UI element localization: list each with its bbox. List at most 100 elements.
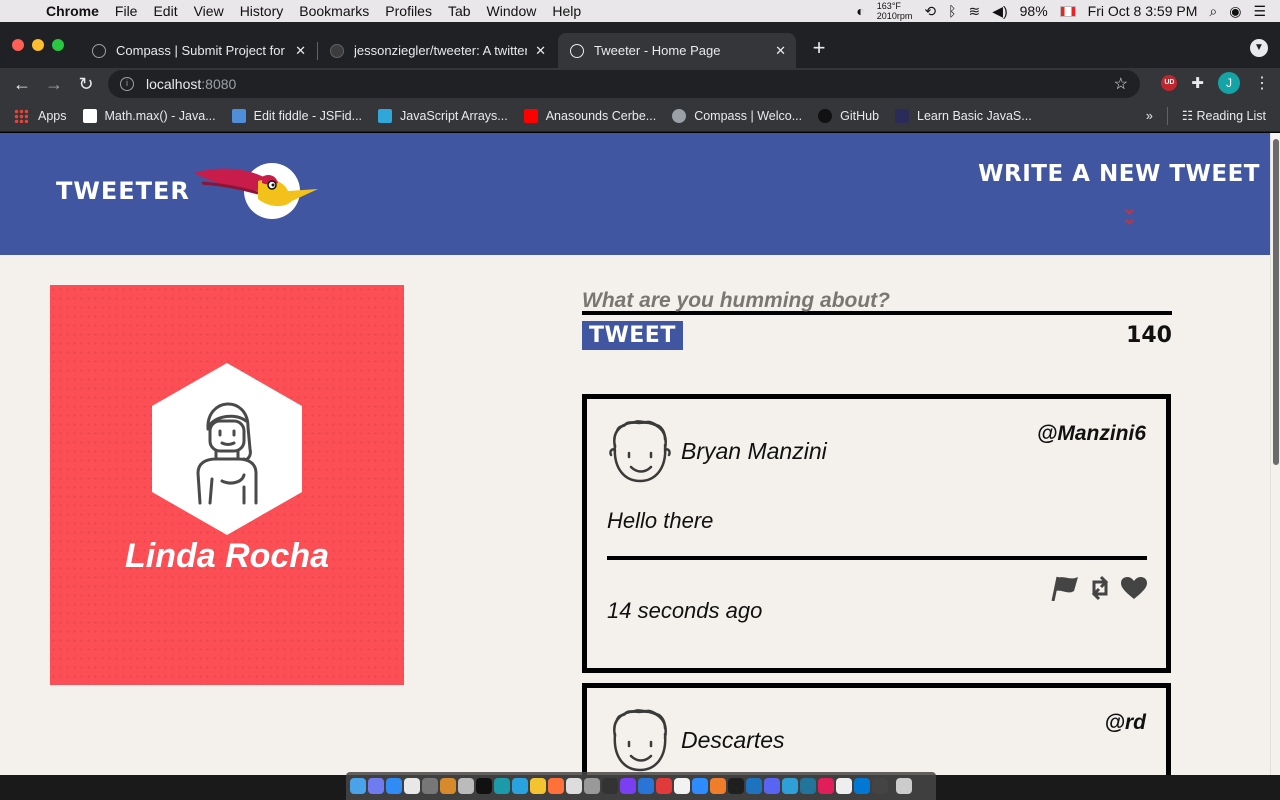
reload-icon[interactable]: ↻ — [70, 74, 102, 95]
close-window-button[interactable] — [12, 39, 24, 51]
new-tweet-form: What are you humming about? Tweet 140 — [582, 285, 1172, 350]
menu-bookmarks[interactable]: Bookmarks — [291, 3, 377, 19]
bookmark-item[interactable]: GitHub — [818, 108, 879, 123]
mdn-favicon-icon — [82, 108, 97, 123]
back-arrow-icon[interactable]: ← — [6, 74, 38, 95]
bookmark-item[interactable]: Compass | Welco... — [672, 108, 802, 123]
wifi-icon[interactable]: ≋ — [968, 3, 980, 20]
trash-icon[interactable] — [896, 778, 912, 794]
app-icon[interactable] — [836, 778, 852, 794]
app-icon[interactable] — [620, 778, 636, 794]
spotlight-search-icon[interactable]: ⌕ — [1209, 3, 1217, 20]
minimize-window-button[interactable] — [32, 39, 44, 51]
safari-icon[interactable] — [404, 778, 420, 794]
close-tab-icon[interactable]: ✕ — [775, 43, 786, 59]
files-icon[interactable] — [458, 778, 474, 794]
write-new-tweet-button[interactable]: Write a new tweet — [978, 161, 1260, 187]
battery-percent[interactable]: 98% — [1020, 3, 1048, 19]
bookmark-item[interactable]: Edit fiddle - JSFid... — [231, 108, 362, 123]
profile-avatar[interactable]: J — [1218, 72, 1240, 94]
forward-arrow-icon[interactable]: → — [38, 74, 70, 95]
app-icon[interactable] — [710, 778, 726, 794]
menu-profiles[interactable]: Profiles — [377, 3, 440, 19]
page-scrollbar[interactable] — [1270, 133, 1280, 775]
app-icon[interactable] — [746, 778, 762, 794]
system-preferences-icon[interactable] — [422, 778, 438, 794]
tab-search-chevron-icon[interactable]: ▼ — [1250, 39, 1268, 57]
menu-app-name[interactable]: Chrome — [40, 3, 107, 19]
close-tab-icon[interactable]: ✕ — [295, 43, 306, 59]
bookmark-item[interactable]: JavaScript Arrays... — [378, 108, 508, 123]
ublock-extension-icon[interactable]: UD — [1161, 75, 1178, 91]
app-icon[interactable] — [872, 778, 888, 794]
heart-icon[interactable] — [1120, 576, 1148, 600]
photoshop-icon[interactable] — [638, 778, 654, 794]
input-source-flag-icon[interactable] — [1059, 5, 1076, 17]
double-chevron-down-icon[interactable]: ⌄ ⌄ — [1122, 199, 1137, 227]
app-icon[interactable] — [782, 778, 798, 794]
slack-icon[interactable] — [818, 778, 834, 794]
address-bar[interactable]: i localhost:8080 ☆ — [108, 70, 1140, 98]
control-center-icon[interactable]: ☰ — [1253, 3, 1266, 20]
menu-tab[interactable]: Tab — [440, 3, 479, 19]
app-icon[interactable] — [494, 778, 510, 794]
clock[interactable]: Fri Oct 8 3:59 PM — [1088, 3, 1198, 19]
siri-icon[interactable] — [368, 778, 384, 794]
menu-window[interactable]: Window — [479, 3, 545, 19]
chrome-icon[interactable] — [530, 778, 546, 794]
app-icon[interactable] — [602, 778, 618, 794]
paint-icon[interactable] — [440, 778, 456, 794]
discord-icon[interactable] — [764, 778, 780, 794]
app-icon[interactable] — [674, 778, 690, 794]
tweet-textarea[interactable]: What are you humming about? — [582, 285, 1172, 315]
bookmark-apps[interactable]: Apps — [14, 108, 67, 123]
scrollbar-thumb[interactable] — [1273, 139, 1279, 465]
retweet-icon[interactable] — [1088, 574, 1112, 602]
bookmark-item[interactable]: Learn Basic JavaS... — [895, 108, 1032, 123]
finder-icon[interactable] — [350, 778, 366, 794]
app-icon[interactable] — [584, 778, 600, 794]
reading-list-button[interactable]: ☷ Reading List — [1182, 108, 1266, 123]
close-tab-icon[interactable]: ✕ — [535, 43, 546, 59]
chrome-menu-icon[interactable]: ⋮ — [1254, 73, 1270, 93]
jsfiddle-favicon-icon — [231, 108, 246, 123]
menu-file[interactable]: File — [107, 3, 146, 19]
firefox-icon[interactable] — [548, 778, 564, 794]
volume-icon[interactable]: ◀︎) — [992, 3, 1007, 20]
app-store-icon[interactable] — [386, 778, 402, 794]
siri-icon[interactable]: ◉ — [1229, 3, 1241, 20]
window-controls — [12, 39, 64, 51]
vscode-icon[interactable] — [854, 778, 870, 794]
menu-help[interactable]: Help — [544, 3, 589, 19]
fan-status-icon[interactable]: ◐ — [856, 3, 864, 19]
site-brand[interactable]: Tweeter — [56, 177, 190, 205]
bookmarks-overflow-button[interactable]: » — [1146, 109, 1153, 123]
site-info-icon[interactable]: i — [120, 77, 134, 91]
app-icon[interactable] — [728, 778, 744, 794]
bookmark-star-icon[interactable]: ☆ — [1114, 74, 1128, 94]
tab-github[interactable]: jessonziegler/tweeter: A twitter ✕ — [318, 33, 556, 68]
time-machine-icon[interactable]: ⟲ — [924, 3, 936, 20]
bluetooth-icon[interactable]: ᛒ — [948, 3, 956, 19]
extensions-puzzle-icon[interactable]: ✚ — [1191, 74, 1204, 92]
flag-icon[interactable] — [1050, 575, 1080, 601]
bookmark-item[interactable]: Anasounds Cerbe... — [523, 108, 656, 123]
wordpress-icon[interactable] — [800, 778, 816, 794]
tab-tweeter[interactable]: Tweeter - Home Page ✕ — [558, 33, 796, 68]
tab-title: jessonziegler/tweeter: A twitter — [354, 43, 528, 58]
new-tab-button[interactable]: + — [806, 36, 832, 62]
preview-icon[interactable] — [566, 778, 582, 794]
menu-view[interactable]: View — [186, 3, 232, 19]
zoom-icon[interactable] — [692, 778, 708, 794]
menu-history[interactable]: History — [232, 3, 292, 19]
tweet-submit-button[interactable]: Tweet — [582, 321, 683, 350]
maximize-window-button[interactable] — [52, 39, 64, 51]
compose-footer: Tweet 140 — [582, 321, 1172, 350]
keynote-icon[interactable] — [656, 778, 672, 794]
terminal-icon[interactable] — [476, 778, 492, 794]
tab-compass[interactable]: Compass | Submit Project for E ✕ — [80, 33, 316, 68]
menu-edit[interactable]: Edit — [145, 3, 185, 19]
bookmark-item[interactable]: Math.max() - Java... — [82, 108, 216, 123]
macos-menu-bar: Chrome File Edit View History Bookmarks … — [0, 0, 1280, 22]
app-icon[interactable] — [512, 778, 528, 794]
